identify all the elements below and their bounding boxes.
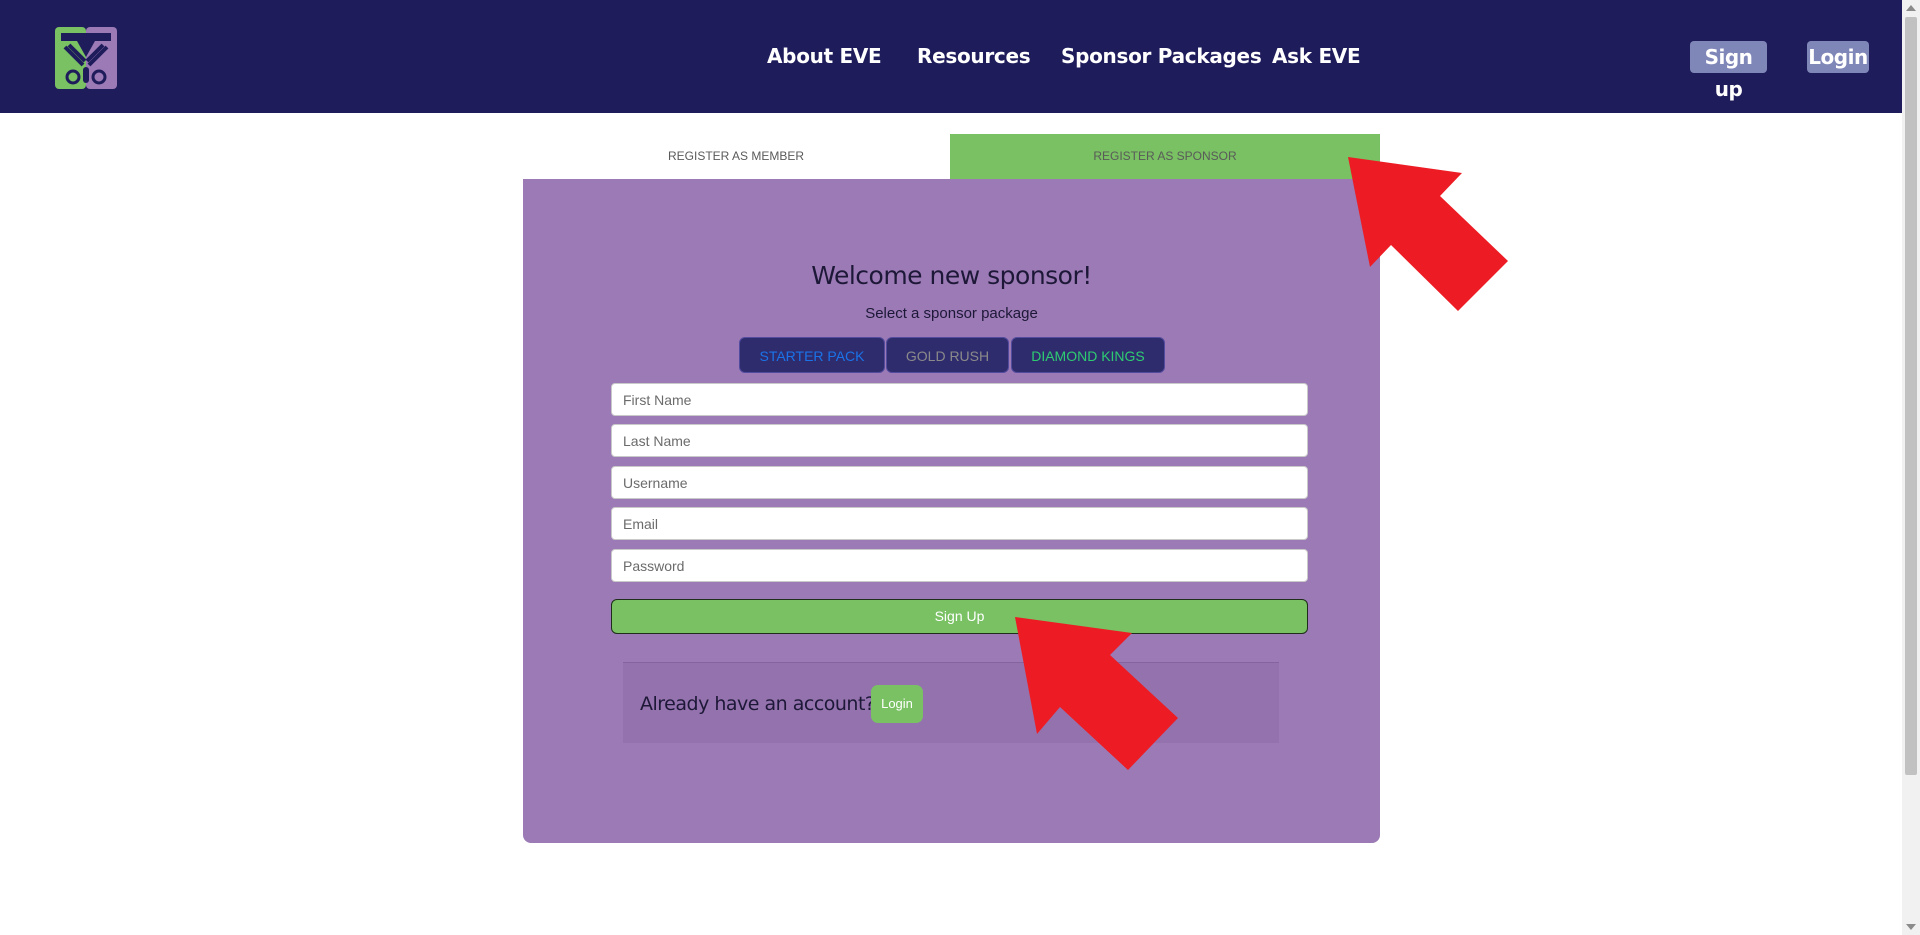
sponsor-registration-card: Welcome new sponsor! Select a sponsor pa… — [523, 179, 1380, 843]
red-arrow-annotation-icon — [1348, 157, 1508, 311]
scroll-down-icon[interactable] — [1906, 924, 1916, 930]
email-input[interactable] — [611, 507, 1308, 540]
already-have-account-text: Already have an account? — [640, 693, 875, 715]
header-signup-button[interactable]: Sign up — [1690, 41, 1767, 101]
last-name-input[interactable] — [611, 424, 1308, 457]
red-arrow-annotation-icon — [1015, 617, 1178, 770]
package-diamond-kings-button[interactable]: DIAMOND KINGS — [1011, 337, 1165, 373]
first-name-input[interactable] — [611, 383, 1308, 416]
nav-sponsor-packages[interactable]: Sponsor Packages — [1061, 44, 1262, 74]
username-input[interactable] — [611, 466, 1308, 499]
scrollbar-thumb[interactable] — [1905, 17, 1917, 775]
form-title: Welcome new sponsor! — [811, 261, 1092, 290]
password-input[interactable] — [611, 549, 1308, 582]
tab-register-member[interactable]: REGISTER AS MEMBER — [522, 134, 950, 179]
nav-resources[interactable]: Resources — [917, 44, 1031, 74]
nav-about-eve[interactable]: About EVE — [767, 44, 882, 74]
page-scrollbar[interactable] — [1902, 0, 1920, 935]
already-login-button[interactable]: Login — [871, 685, 923, 723]
package-gold-rush-button[interactable]: GOLD RUSH — [886, 337, 1009, 373]
scroll-up-icon[interactable] — [1906, 5, 1916, 11]
header-login-button[interactable]: Login — [1807, 41, 1869, 73]
tab-register-sponsor[interactable]: REGISTER AS SPONSOR — [950, 134, 1380, 179]
nav-ask-eve[interactable]: Ask EVE — [1272, 44, 1361, 74]
eve-logo-icon[interactable] — [55, 27, 117, 89]
package-starter-pack-button[interactable]: STARTER PACK — [739, 337, 885, 373]
top-navbar: About EVE Resources Sponsor Packages Ask… — [0, 0, 1902, 113]
sign-up-submit-button[interactable]: Sign Up — [611, 599, 1308, 634]
form-subtitle: Select a sponsor package — [865, 305, 1038, 322]
